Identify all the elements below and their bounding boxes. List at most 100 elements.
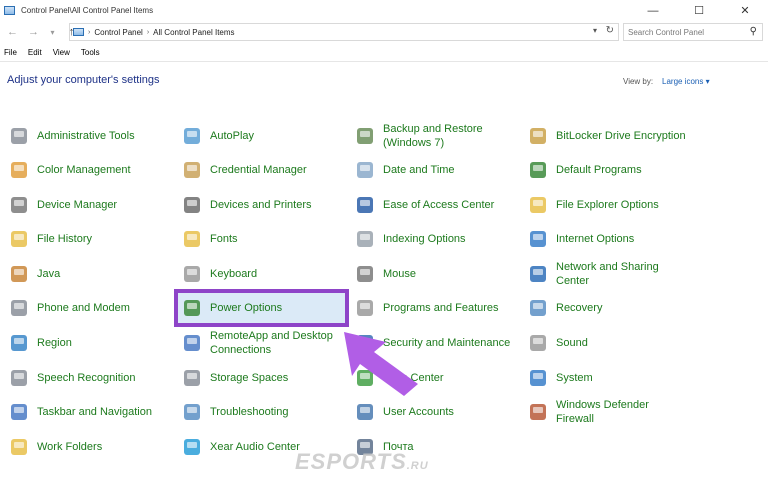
item-icon — [8, 436, 30, 458]
breadcrumb-control-panel[interactable]: Control Panel — [94, 28, 142, 37]
item-label: Devices and Printers — [210, 199, 312, 211]
item-icon — [527, 228, 549, 250]
item-icon — [527, 401, 549, 423]
watermark-suffix: .RU — [406, 460, 429, 472]
item-phone-and-modem[interactable]: Phone and Modem — [8, 292, 173, 324]
item-administrative-tools[interactable]: Administrative Tools — [8, 120, 173, 152]
item-label: File Explorer Options — [556, 199, 659, 211]
item-label: Mouse — [383, 268, 417, 280]
item-power-options[interactable]: Power Options — [181, 292, 346, 324]
breadcrumb-all-items[interactable]: All Control Panel Items — [153, 28, 234, 37]
item-icon — [8, 332, 30, 354]
view-by-dropdown[interactable]: Large icons — [662, 77, 710, 86]
item-fonts[interactable]: Fonts — [181, 223, 346, 255]
item-label: Internet Options — [556, 233, 635, 245]
menu-edit[interactable]: Edit — [28, 48, 42, 57]
item-taskbar-and-navigation[interactable]: Taskbar and Navigation — [8, 396, 173, 428]
item-ease-of-access-center[interactable]: Ease of Access Center — [354, 189, 519, 221]
item-label: Java — [37, 268, 61, 280]
menu-tools[interactable]: Tools — [81, 48, 100, 57]
minimize-button[interactable]: — — [630, 0, 676, 21]
item-icon — [8, 125, 30, 147]
item-label: Speech Recognition — [37, 372, 136, 384]
close-button[interactable]: ✕ — [722, 0, 768, 21]
item-icon — [8, 297, 30, 319]
window-controls: — ☐ ✕ — [630, 0, 768, 21]
item-icon — [8, 228, 30, 250]
item-programs-and-features[interactable]: Programs and Features — [354, 292, 519, 324]
item-keyboard[interactable]: Keyboard — [181, 258, 346, 290]
item-mouse[interactable]: Mouse — [354, 258, 519, 290]
forward-button[interactable]: → — [26, 26, 41, 38]
item-java[interactable]: Java — [8, 258, 173, 290]
item-device-manager[interactable]: Device Manager — [8, 189, 173, 221]
recent-locations-chevron-icon[interactable]: ▾ — [45, 28, 60, 37]
item-speech-recognition[interactable]: Speech Recognition — [8, 362, 173, 394]
item-storage-spaces[interactable]: Storage Spaces — [181, 362, 346, 394]
item-label: Work Folders — [37, 441, 103, 453]
item-internet-options[interactable]: Internet Options — [527, 223, 692, 255]
item-sound[interactable]: Sound — [527, 327, 692, 359]
item-icon — [8, 263, 30, 285]
menu-bar: File Edit View Tools — [0, 44, 768, 60]
menu-file[interactable]: File — [4, 48, 17, 57]
item-region[interactable]: Region — [8, 327, 173, 359]
item-windows-defender-firewall[interactable]: Windows Defender Firewall — [527, 396, 692, 428]
item-label: Color Management — [37, 164, 131, 176]
item-icon — [354, 159, 376, 181]
search-input[interactable]: Search Control Panel ⚲ — [623, 23, 763, 41]
item-system[interactable]: System — [527, 362, 692, 394]
item-icon — [181, 436, 203, 458]
item-icon — [181, 297, 203, 319]
maximize-button[interactable]: ☐ — [676, 0, 722, 21]
item-date-and-time[interactable]: Date and Time — [354, 154, 519, 186]
menu-view[interactable]: View — [53, 48, 70, 57]
item-label: Administrative Tools — [37, 130, 135, 142]
item-label: Programs and Features — [383, 302, 499, 314]
window-title: Control Panel\All Control Panel Items — [21, 6, 154, 15]
item-work-folders[interactable]: Work Folders — [8, 431, 173, 463]
item-label: Indexing Options — [383, 233, 466, 245]
item-backup-and-restore-windows-7[interactable]: Backup and Restore (Windows 7) — [354, 120, 519, 152]
content-header: Adjust your computer's settings View by:… — [0, 61, 768, 105]
item-network-and-sharing-center[interactable]: Network and Sharing Center — [527, 258, 692, 290]
item-user-accounts[interactable]: User Accounts — [354, 396, 519, 428]
control-panel-icon — [73, 28, 84, 36]
title-bar: Control Panel\All Control Panel Items — … — [0, 0, 768, 21]
address-bar[interactable]: › Control Panel › All Control Panel Item… — [69, 23, 619, 41]
item-label: AutoPlay — [210, 130, 255, 142]
item-icon — [8, 159, 30, 181]
item-label: Recovery — [556, 302, 603, 314]
item-icon — [8, 194, 30, 216]
item-color-management[interactable]: Color Management — [8, 154, 173, 186]
back-button[interactable]: ← — [5, 26, 20, 38]
item-icon — [354, 194, 376, 216]
item-label: System — [556, 372, 593, 384]
item-label: Backup and Restore (Windows 7) — [383, 123, 483, 149]
item-autoplay[interactable]: AutoPlay — [181, 120, 346, 152]
search-icon[interactable]: ⚲ — [750, 26, 757, 37]
item-label: Taskbar and Navigation — [37, 406, 152, 418]
item-icon — [527, 194, 549, 216]
item-recovery[interactable]: Recovery — [527, 292, 692, 324]
pointer-arrow-icon — [344, 332, 418, 396]
item-file-history[interactable]: File History — [8, 223, 173, 255]
item-icon — [181, 159, 203, 181]
item-label: Region — [37, 337, 72, 349]
refresh-icon[interactable]: ↻ — [606, 25, 614, 36]
item-icon — [181, 367, 203, 389]
item-indexing-options[interactable]: Indexing Options — [354, 223, 519, 255]
breadcrumb-separator-icon: › — [88, 28, 91, 36]
address-dropdown-icon[interactable]: ▾ — [593, 26, 597, 35]
item-label: Device Manager — [37, 199, 118, 211]
item-bitlocker-drive-encryption[interactable]: BitLocker Drive Encryption — [527, 120, 692, 152]
item-file-explorer-options[interactable]: File Explorer Options — [527, 189, 692, 221]
item-label: Power Options — [210, 302, 283, 314]
item-label: RemoteApp and Desktop Connections — [210, 330, 333, 356]
item-credential-manager[interactable]: Credential Manager — [181, 154, 346, 186]
item-icon — [181, 332, 203, 354]
item-default-programs[interactable]: Default Programs — [527, 154, 692, 186]
item-troubleshooting[interactable]: Troubleshooting — [181, 396, 346, 428]
item-devices-and-printers[interactable]: Devices and Printers — [181, 189, 346, 221]
item-remoteapp-and-desktop-connections[interactable]: RemoteApp and Desktop Connections — [181, 327, 346, 359]
